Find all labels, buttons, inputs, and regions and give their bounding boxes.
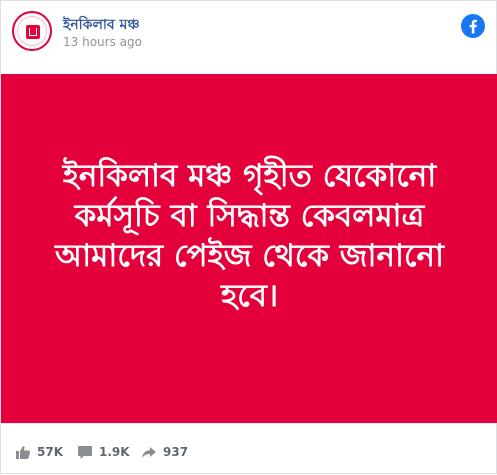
- likes-stat[interactable]: 57K: [15, 444, 63, 460]
- comment-icon: [78, 446, 92, 459]
- post-stats-bar: 57K 1.9K 937: [1, 423, 496, 475]
- post-timestamp[interactable]: 13 hours ago: [63, 35, 142, 49]
- page-name-link[interactable]: ইনকিলাব মঞ্চ: [63, 13, 140, 37]
- banner-text: ইনকিলাব মঞ্চ গৃহীত যেকোনো কর্মসূচি বা সি…: [55, 157, 444, 314]
- post-card: ইনকিলাব মঞ্চ 13 hours ago ইনকিলাব মঞ্চ গ…: [0, 0, 497, 474]
- comments-stat[interactable]: 1.9K: [77, 444, 130, 460]
- comments-count: 1.9K: [99, 445, 130, 459]
- facebook-icon[interactable]: [461, 14, 485, 38]
- post-header: ইনকিলাব মঞ্চ 13 hours ago: [1, 1, 496, 73]
- shares-stat[interactable]: 937: [141, 444, 188, 460]
- thumbs-up-icon: [16, 446, 31, 459]
- post-image-banner[interactable]: ইনকিলাব মঞ্চ গৃহীত যেকোনো কর্মসূচি বা সি…: [1, 74, 497, 423]
- page-avatar[interactable]: [12, 11, 52, 51]
- logo-mark-icon: [26, 25, 40, 39]
- likes-count: 57K: [37, 445, 63, 459]
- shares-count: 937: [163, 445, 189, 459]
- avatar-logo: [17, 16, 47, 46]
- share-arrow-icon: [142, 447, 156, 458]
